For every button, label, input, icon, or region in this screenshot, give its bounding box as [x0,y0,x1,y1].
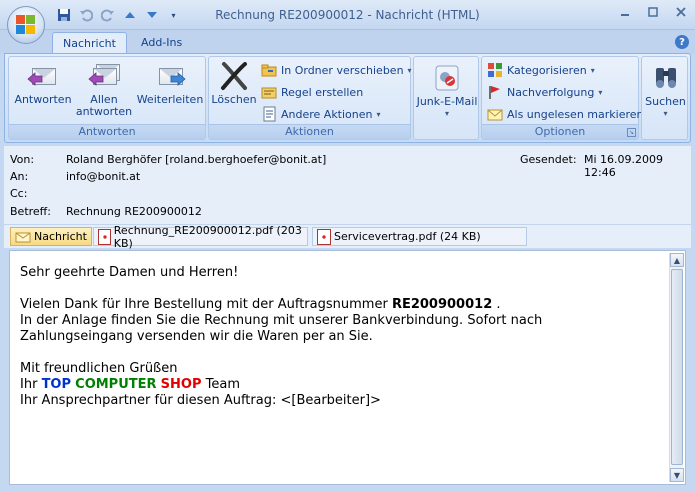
group-junk: Junk-E-Mail ▾ [413,56,479,140]
from-value[interactable]: Roland Berghöfer [roland.berghoefer@boni… [66,153,326,166]
message-text: Sehr geehrte Damen und Herren! Vielen Da… [20,265,660,409]
group-label-aktionen: Aktionen [209,124,410,139]
mark-unread-icon [487,106,503,122]
categorize-button[interactable]: Kategorisieren ▾ [487,61,595,79]
group-antworten: Antworten Allen antworten Weiterleiten A… [8,56,206,140]
scrollbar-thumb[interactable] [671,269,683,465]
mark-unread-button[interactable]: Als ungelesen markieren [487,105,644,123]
group-label-optionen: Optionen [482,124,638,139]
signature-computer: COMPUTER [75,377,157,392]
paragraph-2: In der Anlage finden Sie die Rechnung mi… [20,313,543,344]
attachment-bar: Nachricht Rechnung_RE200900012.pdf (203 … [4,224,691,250]
subject-value: Rechnung RE200900012 [66,205,202,218]
envelope-icon [15,229,31,245]
scroll-up-icon[interactable]: ▲ [670,253,684,267]
binoculars-icon [650,62,682,94]
rule-icon [261,84,277,100]
create-rule-button[interactable]: Regel erstellen [261,83,363,101]
sent-value: Mi 16.09.2009 12:46 [584,153,664,179]
to-value[interactable]: info@bonit.at [66,170,140,183]
junk-mail-button[interactable]: Junk-E-Mail ▾ [416,62,478,120]
paragraph-1: Vielen Dank für Ihre Bestellung mit der … [20,297,501,312]
forward-icon [154,60,186,92]
signature-top: TOP [41,377,72,392]
junk-mail-icon [431,62,463,94]
office-logo-icon [16,15,36,35]
message-body[interactable]: Sehr geehrte Damen und Herren! Vielen Da… [9,250,686,485]
reply-all-button[interactable]: Allen antworten [73,60,135,118]
forward-button[interactable]: Weiterleiten [135,60,205,106]
reply-all-icon [88,60,120,92]
pdf-icon [317,228,331,245]
dialog-launcher-icon[interactable]: ↘ [627,128,636,137]
delete-button[interactable]: Löschen [211,60,257,106]
help-icon[interactable]: ? [675,35,689,49]
subject-label: Betreff: [10,205,51,218]
group-aktionen: Löschen In Ordner verschieben ▾ Regel ers… [208,56,412,140]
office-button[interactable] [7,6,45,44]
minimize-icon[interactable] [617,4,633,20]
pdf-icon [98,228,111,245]
message-attachment-tab[interactable]: Nachricht [10,227,92,246]
scroll-down-icon[interactable]: ▼ [670,468,684,482]
window-title: Rechnung RE200900012 - Nachricht (HTML) [215,8,480,22]
attachment-file[interactable]: Servicevertrag.pdf (24 KB) [312,227,527,246]
message-header: Von: Roland Berghöfer [roland.berghoefer… [4,146,691,224]
other-actions-button[interactable]: Andere Aktionen ▾ [261,105,381,123]
vertical-scrollbar[interactable]: ▲ ▼ [669,253,684,482]
categorize-icon [487,62,503,78]
signature: Ihr TOP COMPUTER SHOP Team [20,377,240,392]
contact-line: Ihr Ansprechpartner für diesen Auftrag: … [20,393,381,408]
from-label: Von: [10,153,35,166]
close-icon[interactable] [673,4,689,20]
tab-add-ins[interactable]: Add-Ins [131,32,192,54]
signature-shop: SHOP [160,377,202,392]
folder-move-icon [261,62,277,78]
group-label-antworten: Antworten [9,124,205,139]
greeting: Sehr geehrte Damen und Herren! [20,265,239,280]
reply-icon [27,60,59,92]
cc-label: Cc: [10,187,28,200]
attachment-file[interactable]: Rechnung_RE200900012.pdf (203 KB) [93,224,308,250]
ribbon: Antworten Allen antworten Weiterleiten A… [4,53,691,143]
order-number: RE200900012 [391,297,493,312]
delete-icon [218,60,250,92]
tab-nachricht[interactable]: Nachricht [52,32,127,54]
group-suchen: Suchen ▾ [641,56,688,140]
reply-button[interactable]: Antworten [13,60,73,106]
sent-label: Gesendet: [520,153,577,166]
to-label: An: [10,170,29,183]
window-controls [617,4,689,20]
maximize-icon[interactable] [645,4,661,20]
ribbon-tabs: Nachricht Add-Ins ? [0,30,695,54]
title-bar: ▾ Rechnung RE200900012 - Nachricht (HTML… [0,0,695,30]
closing: Mit freundlichen Grüßen [20,361,178,376]
followup-button[interactable]: Nachverfolgung ▾ [487,83,602,101]
group-optionen: Kategorisieren ▾ Nachverfolgung ▾ Als unge… [481,56,644,140]
flag-icon [487,84,503,100]
move-to-folder-button[interactable]: In Ordner verschieben ▾ [261,61,412,79]
search-button[interactable]: Suchen ▾ [643,62,688,120]
other-actions-icon [261,106,277,122]
